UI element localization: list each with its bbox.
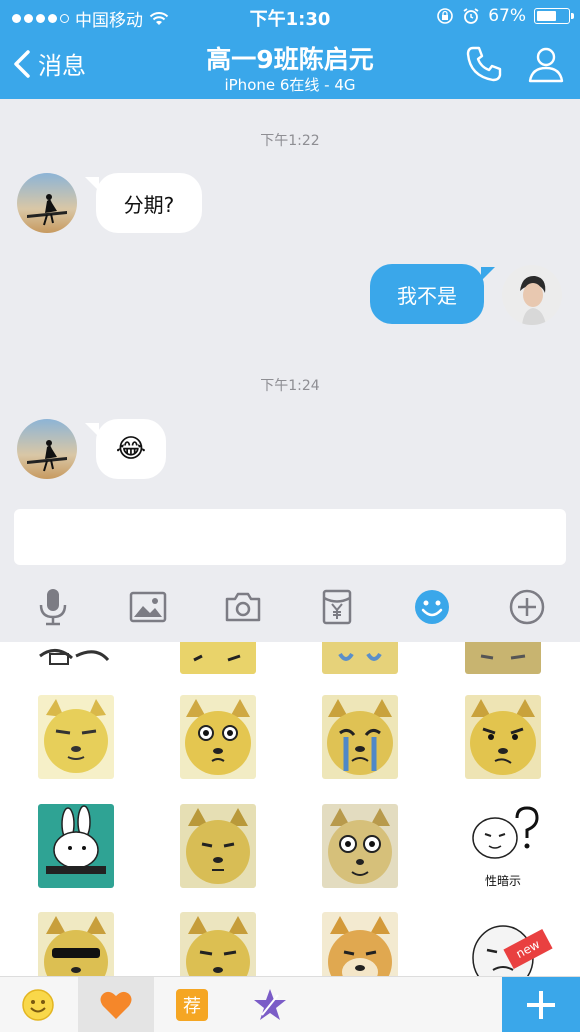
emoji-button[interactable] — [408, 583, 456, 631]
outgoing-message-bubble[interactable]: 我不是 — [370, 264, 484, 324]
camera-icon — [225, 592, 260, 622]
battery-icon — [534, 8, 574, 24]
more-button[interactable] — [503, 583, 551, 631]
rotation-lock-icon — [437, 8, 454, 24]
sticker[interactable] — [180, 912, 256, 976]
timestamp: 下午1:22 — [260, 133, 320, 149]
emoji-message: 😂 — [115, 434, 147, 464]
sticker[interactable] — [322, 804, 398, 888]
voice-button[interactable] — [29, 583, 77, 631]
contact-avatar[interactable] — [17, 419, 77, 479]
sticker[interactable] — [465, 695, 541, 779]
sticker-tab-bar: 荐 — [0, 976, 580, 1032]
image-icon — [129, 591, 167, 623]
my-avatar[interactable] — [502, 265, 562, 325]
heart-icon — [100, 991, 132, 1019]
incoming-message-bubble[interactable]: 😂 — [96, 419, 166, 479]
sticker-labeled[interactable]: 性暗示 — [465, 804, 541, 888]
plus-circle-icon — [509, 589, 544, 625]
message-text: 我不是 — [397, 283, 457, 308]
phone-icon — [466, 46, 502, 82]
battery-percent: 67% — [488, 6, 526, 26]
status-bar: 中国移动 下午1:30 67% — [0, 0, 580, 32]
sticker[interactable] — [36, 642, 112, 674]
message-input[interactable] — [14, 509, 566, 565]
app-header: 中国移动 下午1:30 67% 消息 高一9班陈启元 iPhone 6在线 - … — [0, 0, 580, 99]
tab-recommend[interactable]: 荐 — [154, 977, 230, 1032]
red-packet-icon — [323, 589, 352, 625]
sticker[interactable] — [465, 642, 541, 674]
profile-icon — [528, 47, 564, 83]
red-packet-button[interactable] — [313, 583, 361, 631]
photo-button[interactable] — [124, 583, 172, 631]
tab-favorites[interactable] — [78, 977, 154, 1032]
sticker[interactable] — [38, 912, 114, 976]
star-icon — [254, 989, 286, 1020]
add-sticker-button[interactable] — [502, 977, 580, 1032]
emoji-icon — [414, 590, 449, 624]
recommend-label: 荐 — [183, 996, 201, 1017]
call-button[interactable] — [464, 44, 504, 88]
sticker[interactable] — [38, 804, 114, 888]
sticker[interactable] — [180, 695, 256, 779]
sticker[interactable] — [322, 912, 398, 976]
chat-area[interactable]: 下午1:22 分期? 我不是 下午1:24 😂 — [0, 99, 580, 499]
alarm-icon — [463, 8, 479, 24]
tab-emoji[interactable] — [0, 977, 76, 1032]
smiley-icon — [22, 989, 54, 1021]
plus-icon — [527, 991, 555, 1019]
sticker-panel[interactable]: 性暗示 new — [0, 642, 580, 976]
tab-star[interactable] — [232, 977, 308, 1032]
sticker[interactable] — [322, 642, 398, 674]
bubble-tail — [481, 267, 495, 281]
message-text: 分期? — [123, 192, 175, 217]
microphone-icon — [40, 589, 67, 626]
contact-avatar[interactable] — [17, 173, 77, 233]
sticker[interactable] — [180, 642, 256, 674]
sticker[interactable] — [322, 695, 398, 779]
incoming-message-bubble[interactable]: 分期? — [96, 173, 202, 233]
profile-button[interactable] — [526, 44, 566, 88]
recommend-icon: 荐 — [176, 989, 208, 1021]
input-toolbar — [0, 572, 580, 642]
camera-button[interactable] — [219, 583, 267, 631]
timestamp: 下午1:24 — [260, 378, 320, 394]
sticker[interactable] — [180, 804, 256, 888]
status-right: 67% — [436, 6, 574, 26]
sticker[interactable] — [38, 695, 114, 779]
sticker-caption: 性暗示 — [484, 874, 521, 888]
